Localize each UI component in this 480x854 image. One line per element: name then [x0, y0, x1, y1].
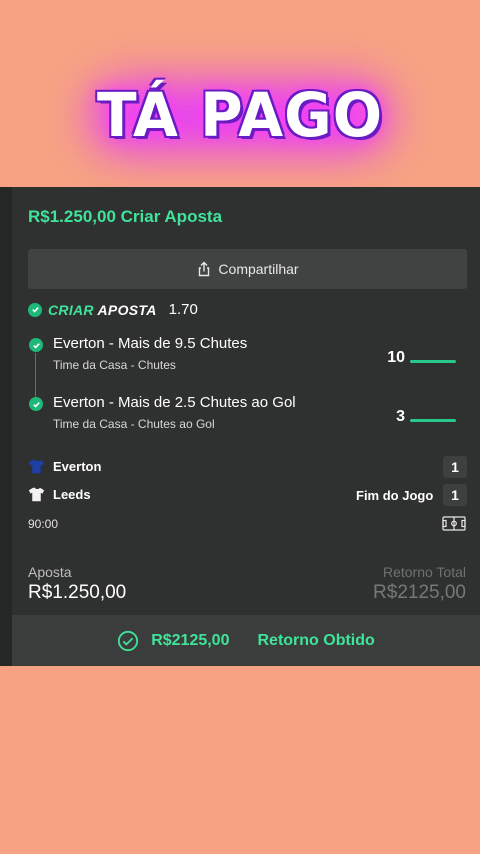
check-icon	[28, 302, 42, 317]
leg-title: Everton - Mais de 2.5 Chutes ao Gol	[53, 394, 296, 411]
leg-progress-bar	[410, 360, 456, 363]
banner-text: TÁ PAGO	[96, 79, 384, 151]
match-status: Fim do Jogo	[356, 488, 434, 503]
leg-value: 3	[396, 408, 405, 425]
match-time: 90:00	[28, 517, 59, 531]
criar-aposta-row: CRIAR APOSTA 1.70	[28, 301, 198, 318]
check-icon	[29, 338, 43, 352]
stake-value: R$1.250,00	[28, 582, 127, 603]
return-label: Retorno Total	[382, 564, 466, 580]
leg-subtitle: Time da Casa - Chutes	[53, 358, 176, 372]
share-label: Compartilhar	[218, 261, 299, 277]
leg-progress-bar	[410, 419, 456, 422]
criar-aposta-suffix: APOSTA	[97, 301, 157, 318]
bet-header: R$1.250,00 Criar Aposta	[28, 207, 223, 226]
everton-shirt-icon	[28, 459, 45, 474]
leg-value: 10	[387, 349, 405, 366]
leg-title: Everton - Mais de 9.5 Chutes	[53, 335, 248, 352]
leg-subtitle: Time da Casa - Chutes ao Gol	[53, 417, 215, 431]
team-away: Leeds	[28, 486, 91, 503]
criar-aposta-prefix: CRIAR	[48, 301, 94, 318]
home-score: 1	[443, 456, 467, 478]
stake-label: Aposta	[28, 564, 72, 580]
team-home: Everton	[28, 458, 101, 475]
criar-aposta-label: CRIAR APOSTA	[48, 302, 157, 318]
banner: TÁ PAGO	[0, 60, 480, 170]
result-amount: R$2125,00	[151, 631, 230, 649]
result-label: Retorno Obtido	[257, 631, 375, 649]
odds: 1.70	[168, 301, 198, 318]
bet-card: R$1.250,00 Criar Aposta Compartilhar CRI…	[0, 187, 480, 666]
check-icon	[29, 397, 43, 411]
share-icon	[199, 261, 210, 277]
team-away-name: Leeds	[53, 487, 91, 502]
result-bar: R$2125,00 Retorno Obtido	[12, 615, 480, 666]
return-value: R$2125,00	[373, 582, 466, 603]
share-button[interactable]: Compartilhar	[28, 249, 467, 289]
check-circle-icon	[118, 630, 139, 651]
team-home-name: Everton	[53, 459, 102, 474]
pitch-icon[interactable]	[442, 516, 466, 531]
leeds-shirt-icon	[28, 487, 45, 502]
away-score: 1	[443, 484, 467, 506]
